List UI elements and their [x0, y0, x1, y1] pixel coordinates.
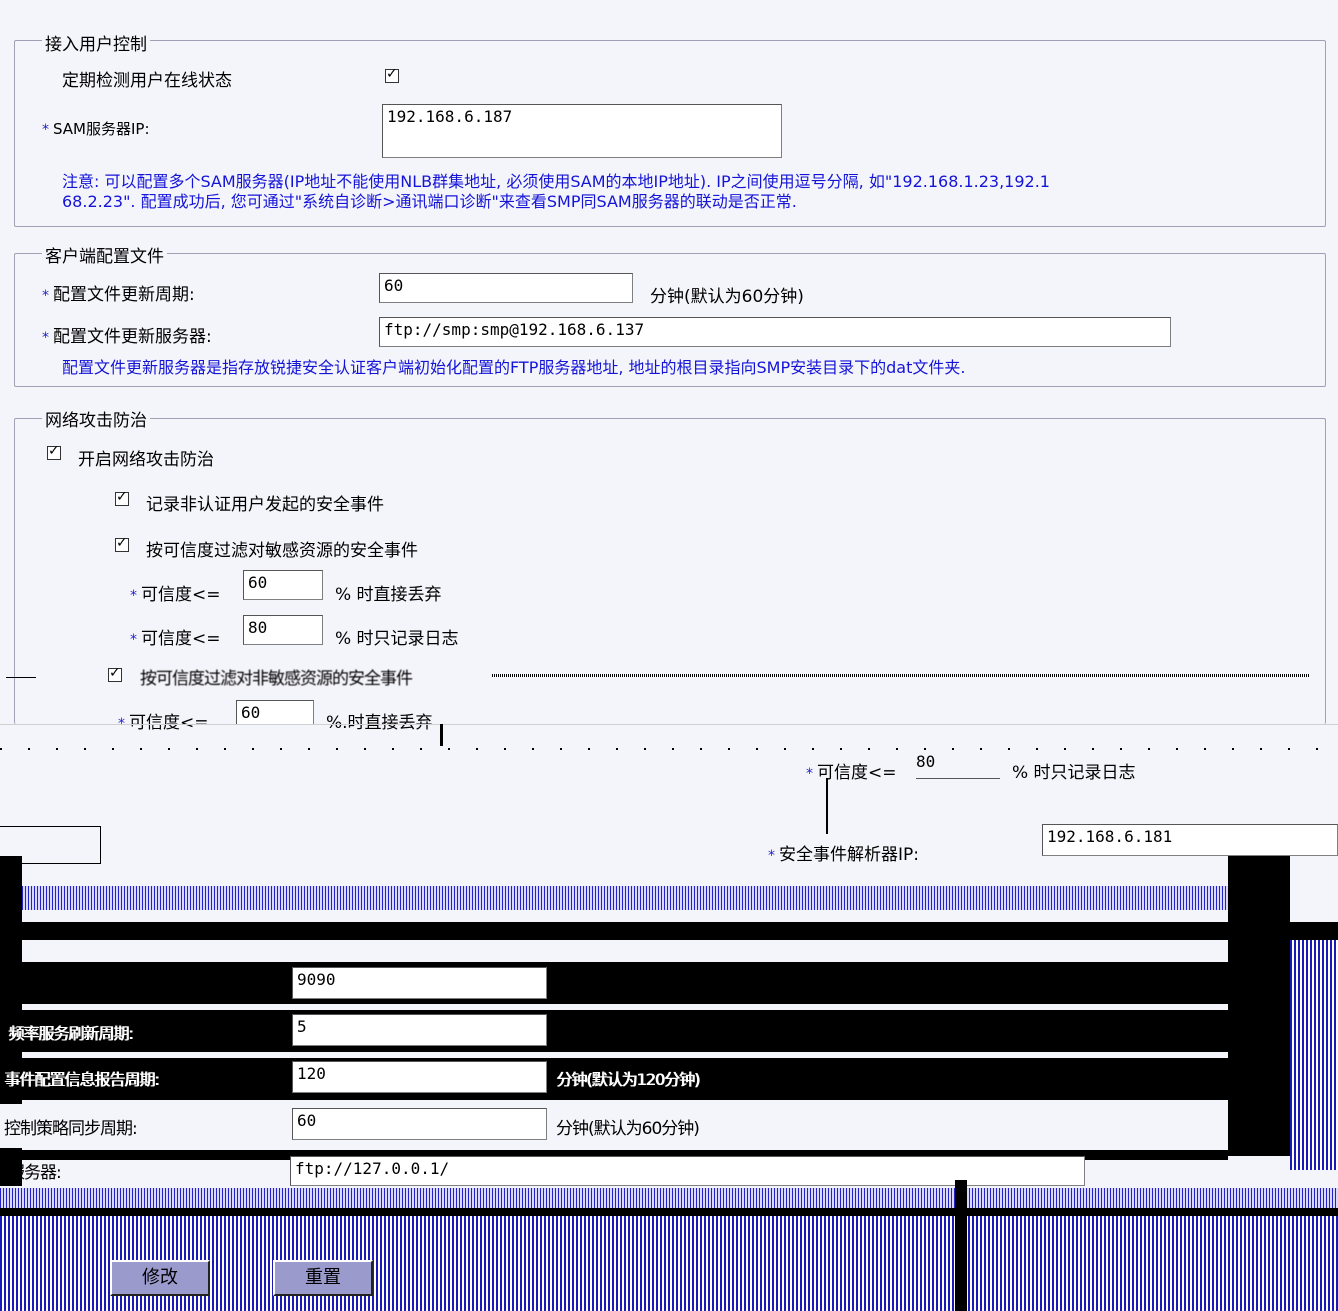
other-row2-label: 频率服务刷新周期: — [8, 1024, 133, 1043]
update-server-input[interactable]: ftp://smp:smp@192.168.6.137 — [379, 317, 1171, 347]
filter-sensitive-label: 按可信度过滤对敏感资源的安全事件 — [146, 541, 418, 561]
other-row4-unit: 分钟(默认为60分钟) — [556, 1119, 700, 1139]
corrupt-band-top — [0, 922, 1338, 940]
access-control-legend: 接入用户控制 — [42, 30, 150, 55]
other-row3-unit: 分钟(默认为120分钟) — [556, 1070, 700, 1089]
sam-note-line1: 注意: 可以配置多个SAM服务器(IP地址不能使用NLB群集地址, 必须使用SA… — [62, 172, 1050, 191]
required-marker: * — [42, 288, 49, 304]
other-row3-input[interactable]: 120 — [292, 1061, 547, 1093]
update-server-note: 配置文件更新服务器是指存放锐捷安全认证客户端初始化配置的FTP服务器地址, 地址… — [62, 358, 966, 377]
required-marker: * — [42, 122, 49, 138]
required-marker: * — [42, 330, 49, 346]
corrupt-right-strip — [1290, 940, 1338, 1170]
sam-note-line2: 68.2.23". 配置成功后, 您可通过"系统自诊断>通讯端口诊断"来查看SM… — [62, 192, 797, 211]
enable-attack-checkbox[interactable] — [47, 443, 61, 460]
required-marker: * — [806, 766, 813, 782]
online-check-label: 定期检测用户在线状态 — [62, 71, 232, 91]
ns-drop-input[interactable]: 60 — [236, 700, 314, 724]
other-row1-input[interactable]: 9090 — [292, 967, 547, 999]
corrupt-row1 — [0, 962, 1228, 1004]
ns-log-suffix: % 时只记录日志 — [1012, 763, 1136, 783]
cred-drop-suffix: % 时直接丢弃 — [335, 585, 442, 605]
reset-button[interactable]: 重置 — [273, 1260, 373, 1296]
parser-ip-label-row: * 安全事件解析器IP: — [768, 840, 919, 865]
enable-attack-label: 开启网络攻击防治 — [78, 450, 214, 470]
ns-log-label: 可信度<= — [817, 763, 897, 783]
online-check-checkbox[interactable] — [385, 66, 399, 83]
period-label-row: * 配置文件更新周期: — [42, 280, 195, 305]
sam-ip-label: SAM服务器IP: — [53, 120, 150, 138]
corrupt-right-col — [1228, 856, 1290, 1156]
period-label: 配置文件更新周期: — [53, 285, 195, 305]
required-marker: * — [130, 632, 137, 648]
cred-log-label-row: * 可信度<= — [130, 624, 221, 649]
other-row5-label: 服务器: — [8, 1163, 62, 1183]
filter-nonsensitive-checkbox[interactable] — [108, 665, 122, 682]
other-row4-input[interactable]: 60 — [292, 1108, 547, 1140]
parser-ip-input[interactable]: 192.168.6.181 — [1042, 824, 1338, 856]
cred-drop-input[interactable]: 60 — [243, 570, 323, 600]
ns-drop-label-row: *可信度<= — [118, 708, 209, 733]
corrupt-note-bar — [22, 886, 1228, 910]
parser-ip-label: 安全事件解析器IP: — [779, 845, 919, 865]
other-row3-label: 事件配置信息报告周期: — [4, 1070, 159, 1089]
ns-log-input[interactable]: 80 — [916, 752, 1000, 779]
modify-button[interactable]: 修改 — [110, 1260, 210, 1296]
ns-drop-suffix: %.时直接丢弃 — [326, 713, 433, 733]
ns-log-label-row: * 可信度<= — [806, 758, 897, 783]
sam-ip-input[interactable]: 192.168.6.187 — [382, 104, 782, 158]
cred-drop-label: 可信度<= — [141, 585, 221, 605]
filter-sensitive-checkbox[interactable] — [115, 535, 129, 552]
ns-drop-label: 可信度<= — [129, 713, 209, 733]
button-bar-gap — [955, 1180, 967, 1311]
other-row2-input[interactable]: 5 — [292, 1014, 547, 1046]
client-config-legend: 客户端配置文件 — [42, 242, 167, 267]
glitch-line — [6, 677, 36, 678]
corrupt-band-bottom — [0, 1208, 1338, 1216]
corrupt-note-bar2 — [0, 1188, 1338, 1208]
update-server-label: 配置文件更新服务器: — [53, 327, 212, 347]
record-unauth-label: 记录非认证用户发起的安全事件 — [146, 495, 384, 515]
tear-line — [0, 724, 1338, 725]
period-unit: 分钟(默认为60分钟) — [650, 287, 804, 307]
required-marker: * — [130, 588, 137, 604]
period-input[interactable]: 60 — [379, 273, 633, 303]
cred-log-label: 可信度<= — [141, 629, 221, 649]
sam-ip-label-row: * SAM服务器IP: — [42, 118, 150, 139]
required-marker: * — [768, 848, 775, 864]
cred-drop-label-row: * 可信度<= — [130, 580, 221, 605]
glitch-vline — [826, 778, 828, 834]
filter-nonsensitive-label: 按可信度过滤对非敏感资源的安全事件 — [140, 669, 413, 689]
record-unauth-checkbox[interactable] — [115, 489, 129, 506]
other-row4-label: 控制策略同步周期: — [4, 1119, 138, 1139]
corrupt-row2 — [0, 1010, 1228, 1052]
cred-log-input[interactable]: 80 — [243, 615, 323, 645]
update-server-label-row: * 配置文件更新服务器: — [42, 322, 212, 347]
tear-dots — [0, 748, 1338, 750]
ns-log-value: 80 — [916, 752, 936, 771]
glitch-hatch — [492, 674, 1310, 677]
cred-log-suffix: % 时只记录日志 — [335, 629, 459, 649]
attack-prevention-legend: 网络攻击防治 — [42, 406, 150, 431]
tear-bar — [440, 724, 443, 746]
